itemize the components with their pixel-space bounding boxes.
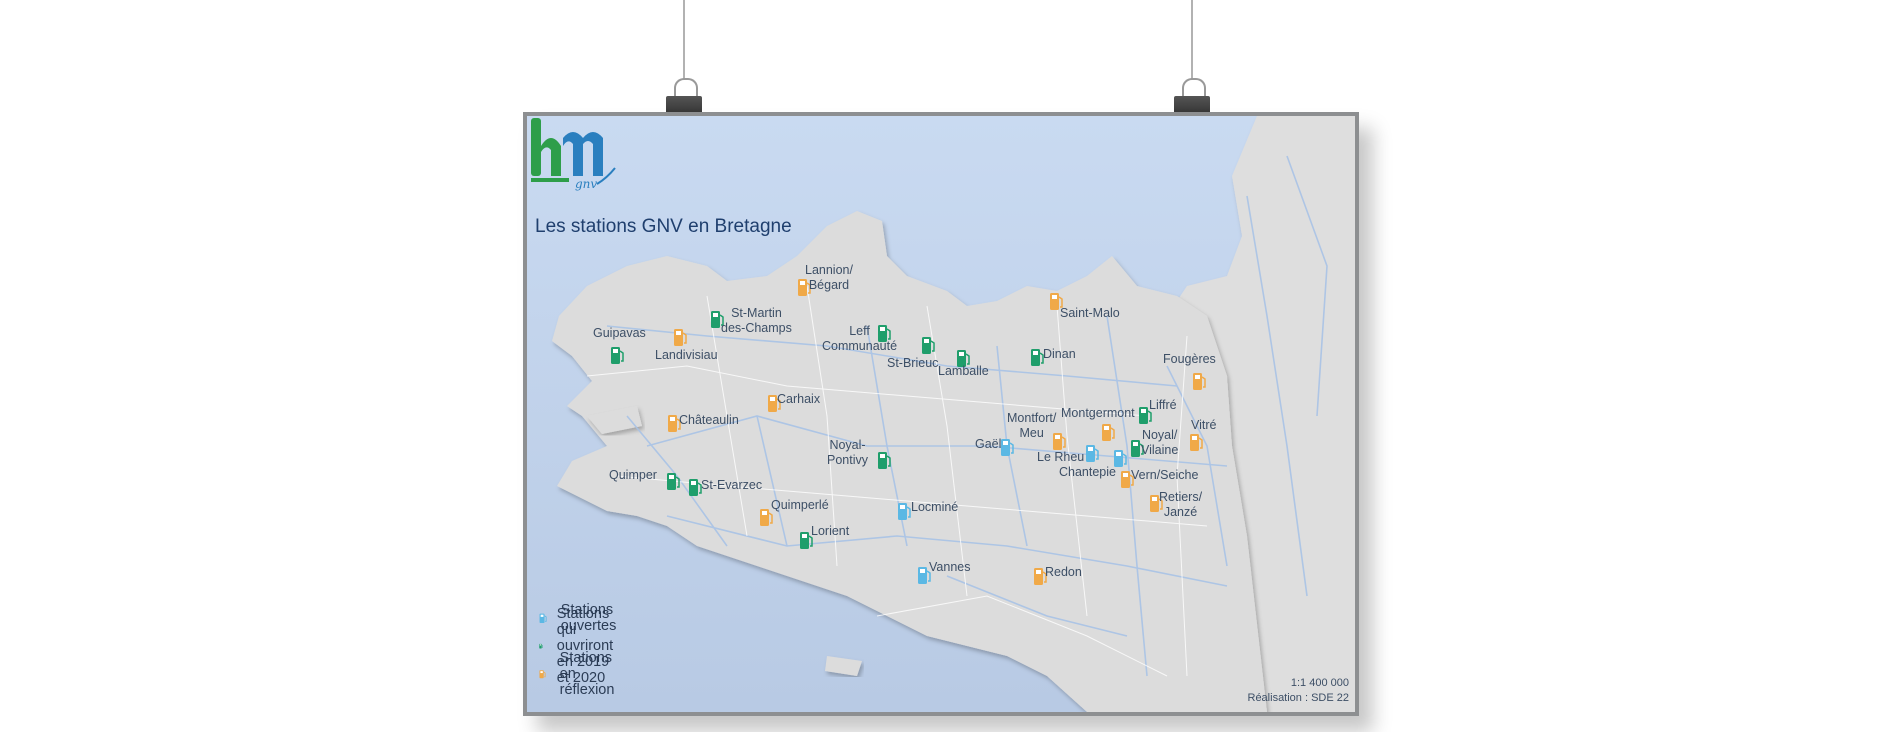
place-label: Gaël: [975, 437, 1002, 451]
svg-text:gnv: gnv: [575, 177, 597, 191]
fuel-pump-icon: [878, 452, 891, 469]
poster-map: gnv Les stations GNV en Bretagne Guipava…: [523, 112, 1359, 716]
place-label: Chantepie: [1059, 465, 1116, 479]
place-label: Lannion/ Bégard: [805, 263, 853, 292]
place-label: Quimperlé: [771, 498, 829, 512]
place-label: Vitré: [1191, 418, 1217, 432]
place-label: Leff Communauté: [822, 324, 898, 353]
map-title: Les stations GNV en Bretagne: [535, 216, 792, 237]
place-label: Montgermont: [1061, 406, 1135, 420]
place-label: St-Martin des-Champs: [721, 306, 792, 335]
fuel-pump-icon-future: [539, 643, 543, 649]
place-label: St-Evarzec: [701, 478, 763, 492]
fuel-pump-icon: [922, 337, 935, 354]
scale-text: 1:1 400 000: [1290, 677, 1349, 689]
place-label: Lamballe: [938, 364, 989, 378]
hanging-wire-right: [1191, 0, 1193, 80]
hanging-wire-left: [683, 0, 685, 80]
fuel-pump-icon: [1086, 445, 1099, 462]
place-label: Montfort/ Meu: [1007, 411, 1057, 440]
fuel-pump-icon: [898, 503, 911, 520]
credit-text: Réalisation : SDE 22: [1247, 692, 1350, 704]
fuel-pump-icon: [1001, 439, 1014, 456]
fuel-pump-icon-reflection: [539, 670, 546, 679]
place-label: Quimper: [609, 468, 657, 482]
fuel-pump-icon: [1190, 434, 1203, 451]
place-label: Noyal- Pontivy: [827, 438, 868, 467]
fuel-pump-icon: [611, 347, 624, 364]
scale-and-credit: 1:1 400 000 Réalisation : SDE 22: [1248, 676, 1350, 706]
place-label: Le Rheu: [1037, 450, 1085, 464]
fuel-pump-icon: [689, 479, 702, 496]
place-label: Liffré: [1149, 398, 1177, 412]
place-label: Vannes: [929, 560, 971, 574]
fuel-pump-icon: [1102, 424, 1115, 441]
place-label: Dinan: [1043, 347, 1076, 361]
place-label: Landivisiau: [655, 348, 718, 362]
place-label: Guipavas: [593, 326, 646, 340]
place-label: Saint-Malo: [1060, 306, 1120, 320]
map-background: [527, 116, 1355, 712]
place-label: Vern/Seiche: [1131, 468, 1199, 482]
fuel-pump-icon-open: [539, 613, 547, 623]
fuel-pump-icon: [674, 329, 687, 346]
fuel-pump-icon: [1031, 349, 1044, 366]
place-label: Redon: [1045, 565, 1082, 579]
legend-item-reflection: Stations en réflexion: [539, 650, 622, 698]
place-label: Carhaix: [777, 392, 821, 406]
place-label: Retiers/ Janzé: [1159, 490, 1203, 519]
place-label: Fougères: [1163, 352, 1216, 366]
place-label: St-Brieuc: [887, 356, 939, 370]
place-label: Lorient: [811, 524, 850, 538]
place-label: Châteaulin: [679, 413, 739, 427]
fuel-pump-icon: [1193, 373, 1206, 390]
legend-label-reflection: Stations en réflexion: [559, 650, 615, 698]
place-label: Noyal/ Vilaine: [1141, 428, 1179, 457]
fuel-pump-icon: [667, 473, 680, 490]
place-label: Locminé: [911, 500, 959, 514]
bm-gnv-logo: gnv: [531, 118, 616, 191]
